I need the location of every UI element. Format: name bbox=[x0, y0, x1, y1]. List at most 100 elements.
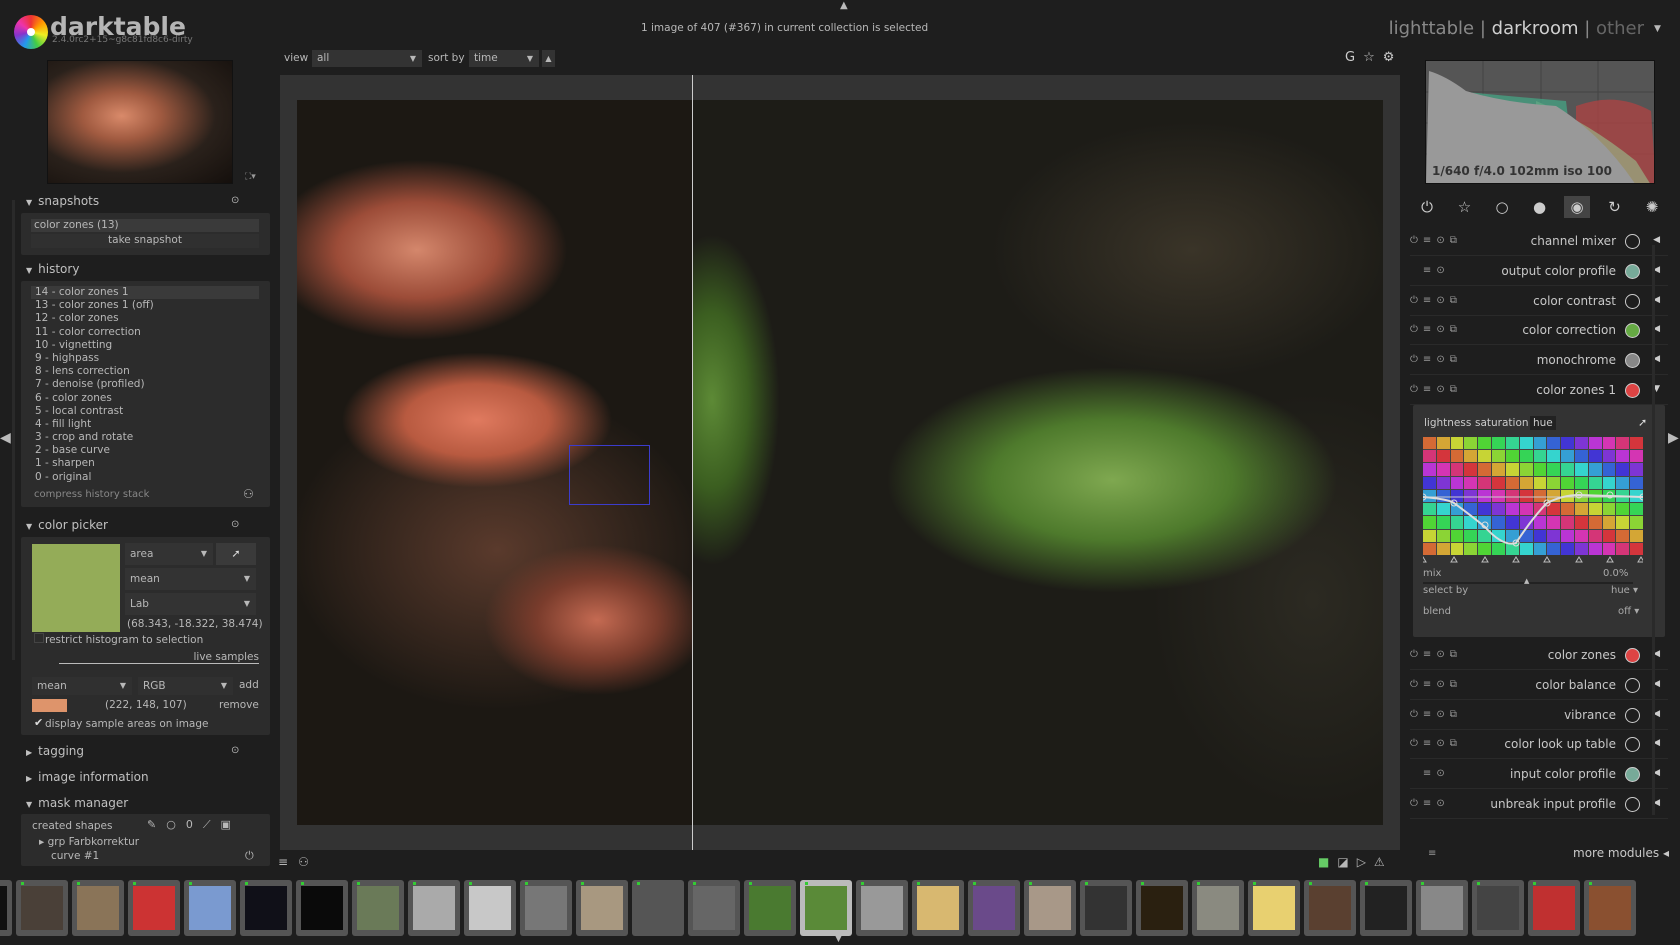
history-item[interactable]: 14 - color zones 1 bbox=[31, 286, 259, 300]
circle-icon[interactable]: ○ bbox=[1489, 196, 1515, 218]
compress-history-button[interactable]: compress history stack bbox=[34, 489, 149, 500]
more-modules-button[interactable]: more modules ◂ bbox=[1573, 846, 1669, 860]
split-view-handle[interactable] bbox=[692, 75, 693, 850]
filmstrip-thumbnail[interactable] bbox=[1136, 880, 1188, 936]
star-icon[interactable]: ☆ bbox=[1452, 196, 1478, 218]
live-sample-swatch[interactable] bbox=[32, 699, 67, 712]
history-item[interactable]: 1 - sharpen bbox=[31, 457, 259, 470]
presets-icon[interactable]: ≡ bbox=[1423, 709, 1436, 720]
softproof-icon[interactable]: ■ bbox=[1318, 855, 1337, 869]
instance-icon[interactable]: ⧉ bbox=[1450, 354, 1462, 365]
power-icon[interactable]: ⏻ bbox=[1410, 709, 1423, 720]
collapse-left-panel-icon[interactable]: ◀ bbox=[0, 430, 11, 446]
filmstrip-thumbnail[interactable] bbox=[352, 880, 404, 936]
circle-shape-icon[interactable]: ○ bbox=[166, 818, 186, 831]
module-input-color-profile[interactable]: ⏻≡⊙input color profile◀ bbox=[1410, 761, 1668, 790]
filmstrip-thumbnail[interactable] bbox=[1304, 880, 1356, 936]
power-icon[interactable]: ⏻ bbox=[1410, 235, 1423, 246]
effect-icon[interactable]: ✺ bbox=[1639, 196, 1665, 218]
presets-icon[interactable]: ≡ bbox=[1428, 848, 1436, 859]
history-item[interactable]: 2 - base curve bbox=[31, 444, 259, 457]
presets-icon[interactable]: ≡ bbox=[1423, 295, 1436, 306]
filmstrip-thumbnail[interactable] bbox=[128, 880, 180, 936]
left-scrollbar[interactable] bbox=[12, 200, 15, 660]
presets-icon[interactable]: ≡ bbox=[1423, 649, 1436, 660]
filmstrip-thumbnail[interactable] bbox=[240, 880, 292, 936]
reset-icon[interactable]: ⊙ bbox=[1436, 738, 1449, 749]
live-stat-select[interactable]: mean ▼ bbox=[32, 677, 132, 695]
history-header[interactable]: ▼ history bbox=[26, 262, 79, 276]
collapse-right-panel-icon[interactable]: ▶ bbox=[1668, 430, 1679, 446]
module-color-look-up-table[interactable]: ⏻≡⊙⧉ color look up table ◀ bbox=[1410, 731, 1668, 760]
instance-icon[interactable]: ⧉ bbox=[1450, 649, 1462, 660]
history-item[interactable]: 0 - original bbox=[31, 471, 259, 484]
filmstrip-thumbnail[interactable] bbox=[1248, 880, 1300, 936]
collapsed-arrow-icon[interactable]: ◀ bbox=[1653, 235, 1660, 245]
color-picker-icon[interactable]: ➚ bbox=[1638, 416, 1647, 429]
mix-slider-knob[interactable]: ▲ bbox=[1524, 577, 1529, 585]
filmstrip-thumbnail[interactable] bbox=[1472, 880, 1524, 936]
color-sample-area[interactable] bbox=[569, 445, 650, 505]
history-item[interactable]: 9 - highpass bbox=[31, 352, 259, 365]
filmstrip-thumbnail[interactable] bbox=[632, 880, 684, 936]
color-icon[interactable]: ◉ bbox=[1564, 196, 1590, 218]
power-icon[interactable]: ⏻ bbox=[1410, 295, 1423, 306]
filmstrip-thumbnail[interactable] bbox=[1192, 880, 1244, 936]
snapshot-item[interactable]: color zones (13) bbox=[31, 219, 259, 232]
power-icon[interactable]: ⏻ bbox=[1410, 798, 1423, 809]
picker-stat-select[interactable]: mean ▼ bbox=[125, 568, 256, 590]
tab-saturation[interactable]: saturation bbox=[1475, 417, 1529, 429]
mask-shape-item[interactable]: curve #1 bbox=[51, 850, 99, 862]
tone-icon[interactable]: ● bbox=[1527, 196, 1553, 218]
reset-icon[interactable]: ⊙ bbox=[231, 519, 239, 530]
filmstrip-thumbnail[interactable] bbox=[1360, 880, 1412, 936]
reset-icon[interactable]: ⊙ bbox=[231, 195, 239, 206]
styles-icon[interactable]: ⚇ bbox=[298, 855, 319, 869]
instance-icon[interactable]: ⧉ bbox=[1450, 709, 1462, 720]
filmstrip-thumbnail[interactable] bbox=[744, 880, 796, 936]
tab-lightness[interactable]: lightness bbox=[1424, 417, 1471, 429]
collapse-bottom-icon[interactable]: ▼ bbox=[835, 934, 842, 944]
power-icon[interactable]: ⏻ bbox=[1414, 196, 1440, 218]
module-vibrance[interactable]: ⏻≡⊙⧉ vibrance ◀ bbox=[1410, 702, 1668, 730]
sort-select[interactable]: time ▼ bbox=[469, 50, 539, 67]
reset-icon[interactable]: ⊙ bbox=[1436, 295, 1449, 306]
history-item[interactable]: 12 - color zones bbox=[31, 312, 259, 325]
gear-icon[interactable]: ⚙ bbox=[1383, 50, 1403, 65]
reset-icon[interactable]: ⊙ bbox=[1436, 768, 1449, 779]
instance-icon[interactable]: ⧉ bbox=[1450, 235, 1462, 246]
filmstrip-thumbnail[interactable] bbox=[16, 880, 68, 936]
add-sample-button[interactable]: add bbox=[239, 679, 259, 691]
presets-icon[interactable]: ≡ bbox=[1423, 738, 1436, 749]
presets-icon[interactable]: ≡ bbox=[1423, 679, 1436, 690]
presets-icon[interactable]: ≡ bbox=[1423, 265, 1436, 276]
module-color-zones-1[interactable]: ⏻≡⊙⧉ color zones 1 ▼ bbox=[1410, 377, 1668, 405]
picker-space-select[interactable]: Lab ▼ bbox=[125, 593, 256, 615]
instance-icon[interactable]: ⧉ bbox=[1450, 384, 1462, 395]
tab-hue[interactable]: hue bbox=[1530, 416, 1556, 430]
correct-icon[interactable]: ↻ bbox=[1602, 196, 1628, 218]
presets-icon[interactable]: ≡ bbox=[1423, 354, 1436, 365]
gamut-icon[interactable]: ◪ bbox=[1337, 855, 1356, 869]
mode-other[interactable]: other bbox=[1596, 18, 1644, 39]
filmstrip-thumbnail[interactable] bbox=[184, 880, 236, 936]
history-item[interactable]: 3 - crop and rotate bbox=[31, 431, 259, 444]
filmstrip-thumbnail[interactable] bbox=[968, 880, 1020, 936]
mode-lighttable[interactable]: lighttable bbox=[1389, 18, 1474, 39]
color-picker-button[interactable]: ➚ bbox=[216, 543, 256, 565]
reset-icon[interactable]: ⊙ bbox=[231, 745, 239, 756]
mix-slider[interactable]: ▲ bbox=[1423, 577, 1633, 585]
live-space-select[interactable]: RGB ▼ bbox=[138, 677, 233, 695]
module-color-zones[interactable]: ⏻≡⊙⧉ color zones ◀ bbox=[1410, 642, 1668, 670]
power-icon[interactable]: ⏻ bbox=[1410, 738, 1423, 749]
styles-icon[interactable]: ⚇ bbox=[243, 487, 254, 501]
instance-icon[interactable]: ⧉ bbox=[1450, 738, 1462, 749]
module-unbreak-input-profile[interactable]: ⏻≡⊙ unbreak input profile ◀ bbox=[1410, 791, 1668, 819]
history-item[interactable]: 8 - lens correction bbox=[31, 365, 259, 378]
brush-icon[interactable]: ✎ bbox=[147, 818, 166, 831]
power-icon[interactable]: ⏻ bbox=[1410, 649, 1423, 660]
filmstrip-thumbnail[interactable] bbox=[408, 880, 460, 936]
take-snapshot-button[interactable]: take snapshot bbox=[31, 234, 259, 248]
power-icon[interactable]: ⏻ bbox=[1410, 324, 1423, 335]
collapse-top-icon[interactable]: ▲ bbox=[840, 0, 848, 11]
